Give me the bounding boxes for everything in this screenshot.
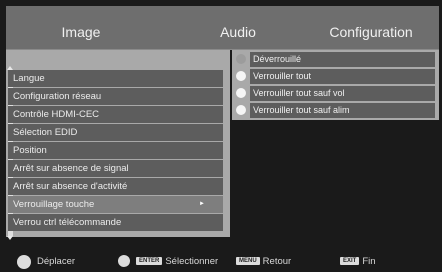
menu-item-position[interactable]: Position	[8, 142, 223, 159]
menu-item-langue[interactable]: Langue	[8, 70, 223, 87]
menu-item-label: Arrêt sur absence de signal	[13, 163, 129, 174]
tab-audio[interactable]: Audio	[178, 6, 298, 49]
menu-item-label: Langue	[13, 73, 45, 84]
menu-item-edid[interactable]: Sélection EDID	[8, 124, 223, 141]
tab-bar: Image Audio Configuration	[6, 6, 439, 50]
menu-item-hdmi-cec[interactable]: Contrôle HDMI-CEC	[8, 106, 223, 123]
tab-image[interactable]: Image	[6, 6, 156, 49]
scroll-down-icon[interactable]	[7, 236, 13, 240]
radio-bullet-icon	[236, 88, 246, 98]
menu-item-network[interactable]: Configuration réseau	[8, 88, 223, 105]
option-unlocked[interactable]: Déverrouillé	[232, 52, 439, 67]
menu-item-key-lock[interactable]: Verrouillage touche ►	[8, 196, 223, 213]
navigation-pad-icon	[17, 255, 31, 269]
menu-item-label: Arrêt sur absence d'activité	[13, 181, 128, 192]
option-lock-except-power[interactable]: Verrouiller tout sauf alim	[232, 103, 439, 118]
key-lock-options-panel: Déverrouillé Verrouiller tout Verrouille…	[232, 50, 439, 120]
menu-item-remote-lock[interactable]: Verrou ctrl télécommande	[8, 214, 223, 231]
menu-item-label: Position	[13, 145, 47, 156]
option-label: Verrouiller tout sauf alim	[250, 103, 435, 118]
option-label: Déverrouillé	[250, 52, 435, 67]
radio-bullet-icon	[236, 54, 246, 64]
option-lock-except-volume[interactable]: Verrouiller tout sauf vol	[232, 86, 439, 101]
menu-item-label: Verrouillage touche	[13, 199, 95, 210]
option-label: Verrouiller tout sauf vol	[250, 86, 435, 101]
submenu-arrow-icon: ►	[199, 201, 205, 207]
footer-hints: Déplacer ENTER Sélectionner MENU Retour EX…	[0, 247, 442, 272]
ok-button-icon	[118, 255, 130, 267]
move-hint: Déplacer	[37, 256, 76, 267]
radio-bullet-icon	[236, 71, 246, 81]
back-hint-label: Retour	[262, 256, 292, 267]
enter-key-badge: ENTER	[136, 257, 163, 266]
option-lock-all[interactable]: Verrouiller tout	[232, 69, 439, 84]
option-label: Verrouiller tout	[250, 69, 435, 84]
select-hint: ENTER Sélectionner	[136, 255, 218, 269]
tab-configuration[interactable]: Configuration	[306, 6, 436, 49]
menu-item-no-signal-off[interactable]: Arrêt sur absence de signal	[8, 160, 223, 177]
menu-item-label: Verrou ctrl télécommande	[13, 217, 122, 228]
radio-bullet-icon	[236, 105, 246, 115]
menu-item-label: Configuration réseau	[13, 91, 102, 102]
menu-item-no-activity-off[interactable]: Arrêt sur absence d'activité	[8, 178, 223, 195]
menu-item-label: Contrôle HDMI-CEC	[13, 109, 100, 120]
select-hint-label: Sélectionner	[165, 256, 219, 267]
exit-key-badge: EXIT	[340, 257, 360, 266]
back-hint: MENU Retour	[236, 255, 291, 269]
menu-item-label: Sélection EDID	[13, 127, 78, 138]
exit-hint: EXIT Fin	[340, 255, 376, 269]
exit-hint-label: Fin	[362, 256, 376, 267]
menu-key-badge: MENU	[236, 257, 260, 266]
